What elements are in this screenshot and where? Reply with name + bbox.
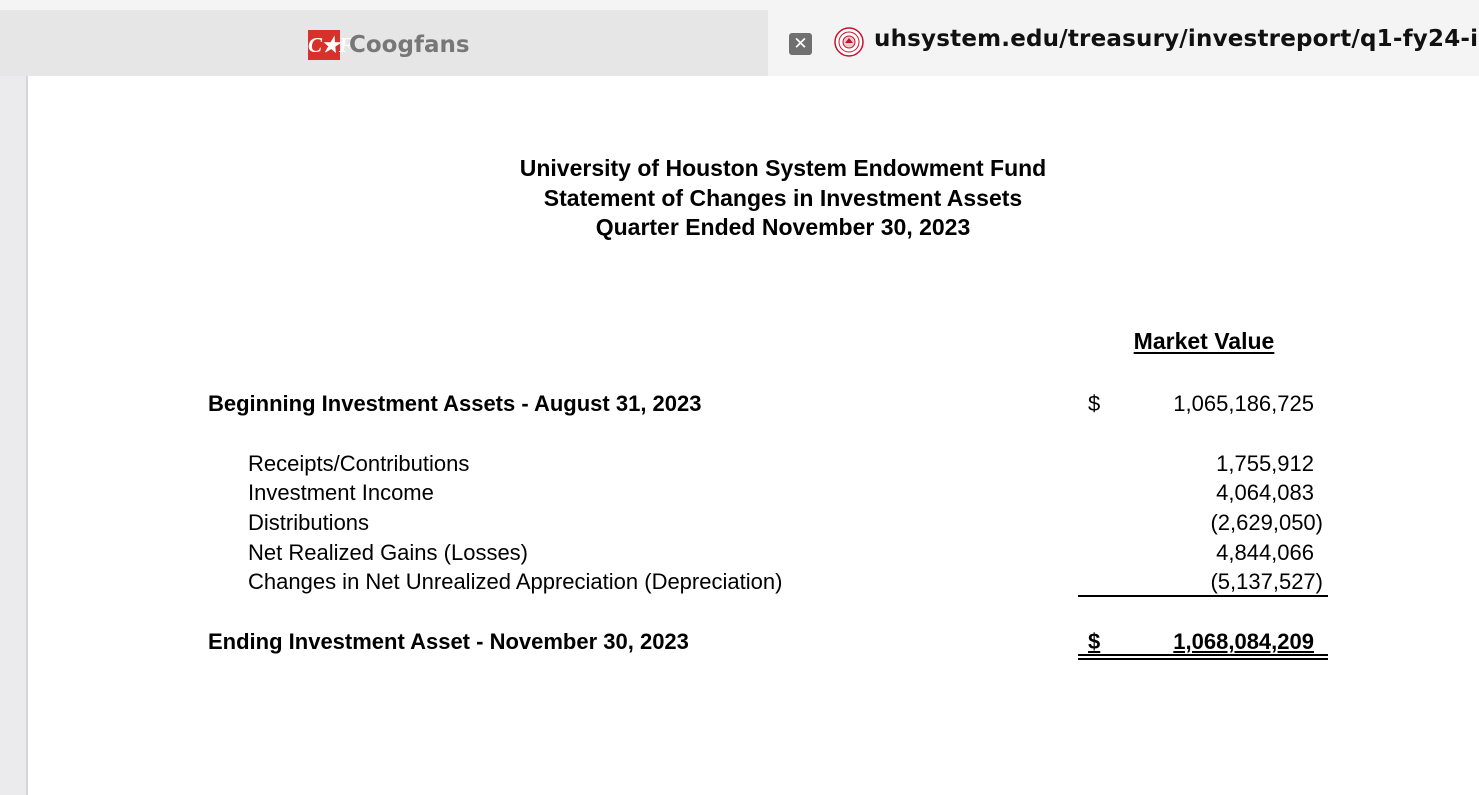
line-item-value: (2,629,050) <box>1210 510 1323 535</box>
line-item-label: Receipts/Contributions <box>248 451 470 476</box>
uh-seal-icon <box>834 27 864 57</box>
line-item-value: 4,064,083 <box>1216 480 1314 505</box>
report-title: University of Houston System Endowment F… <box>519 155 1047 181</box>
subtotal-rule <box>1078 595 1328 597</box>
line-item-value: 1,755,912 <box>1216 451 1314 476</box>
line-item-label: Investment Income <box>248 480 434 505</box>
total-double-rule-bottom <box>1078 658 1328 660</box>
tab-coogfans[interactable]: C★F Coogfans <box>0 10 768 76</box>
left-sidebar-gutter <box>0 76 28 795</box>
ending-currency-symbol: $ <box>1088 629 1101 654</box>
report-subtitle: Statement of Changes in Investment Asset… <box>543 185 1023 211</box>
beginning-assets-value: 1,065,186,725 <box>1173 391 1314 416</box>
market-value-header: Market Value <box>1133 328 1275 354</box>
ending-assets-value: 1,068,084,209 <box>1173 629 1314 654</box>
tab-coogfans-content: C★F Coogfans <box>308 30 470 60</box>
line-item-label: Net Realized Gains (Losses) <box>248 540 529 565</box>
tab-coogfans-title: Coogfans <box>349 32 470 58</box>
line-item-value: 4,844,066 <box>1216 540 1314 565</box>
tab-url-text[interactable]: uhsystem.edu/treasury/investreport/q1-fy… <box>874 26 1479 52</box>
report-document: University of Houston System Endowment F… <box>30 76 1479 795</box>
line-item-value: (5,137,527) <box>1210 569 1323 594</box>
tab-uhsystem[interactable]: ✕ uhsystem.edu/treasury/investreport/q1-… <box>768 10 1479 76</box>
beginning-currency-symbol: $ <box>1088 391 1101 416</box>
ending-assets-label: Ending Investment Asset - November 30, 2… <box>208 629 689 654</box>
close-tab-icon[interactable]: ✕ <box>789 33 812 55</box>
line-item-label: Changes in Net Unrealized Appreciation (… <box>248 569 783 594</box>
total-double-rule-top <box>1078 654 1328 656</box>
coogfans-logo-icon: C★F <box>308 30 353 60</box>
report-period: Quarter Ended November 30, 2023 <box>595 214 971 240</box>
line-item-label: Distributions <box>248 510 370 535</box>
browser-tab-bar: C★F Coogfans ✕ uhsystem.edu/treasury/inv… <box>0 0 1479 76</box>
beginning-assets-label: Beginning Investment Assets - August 31,… <box>208 391 702 416</box>
